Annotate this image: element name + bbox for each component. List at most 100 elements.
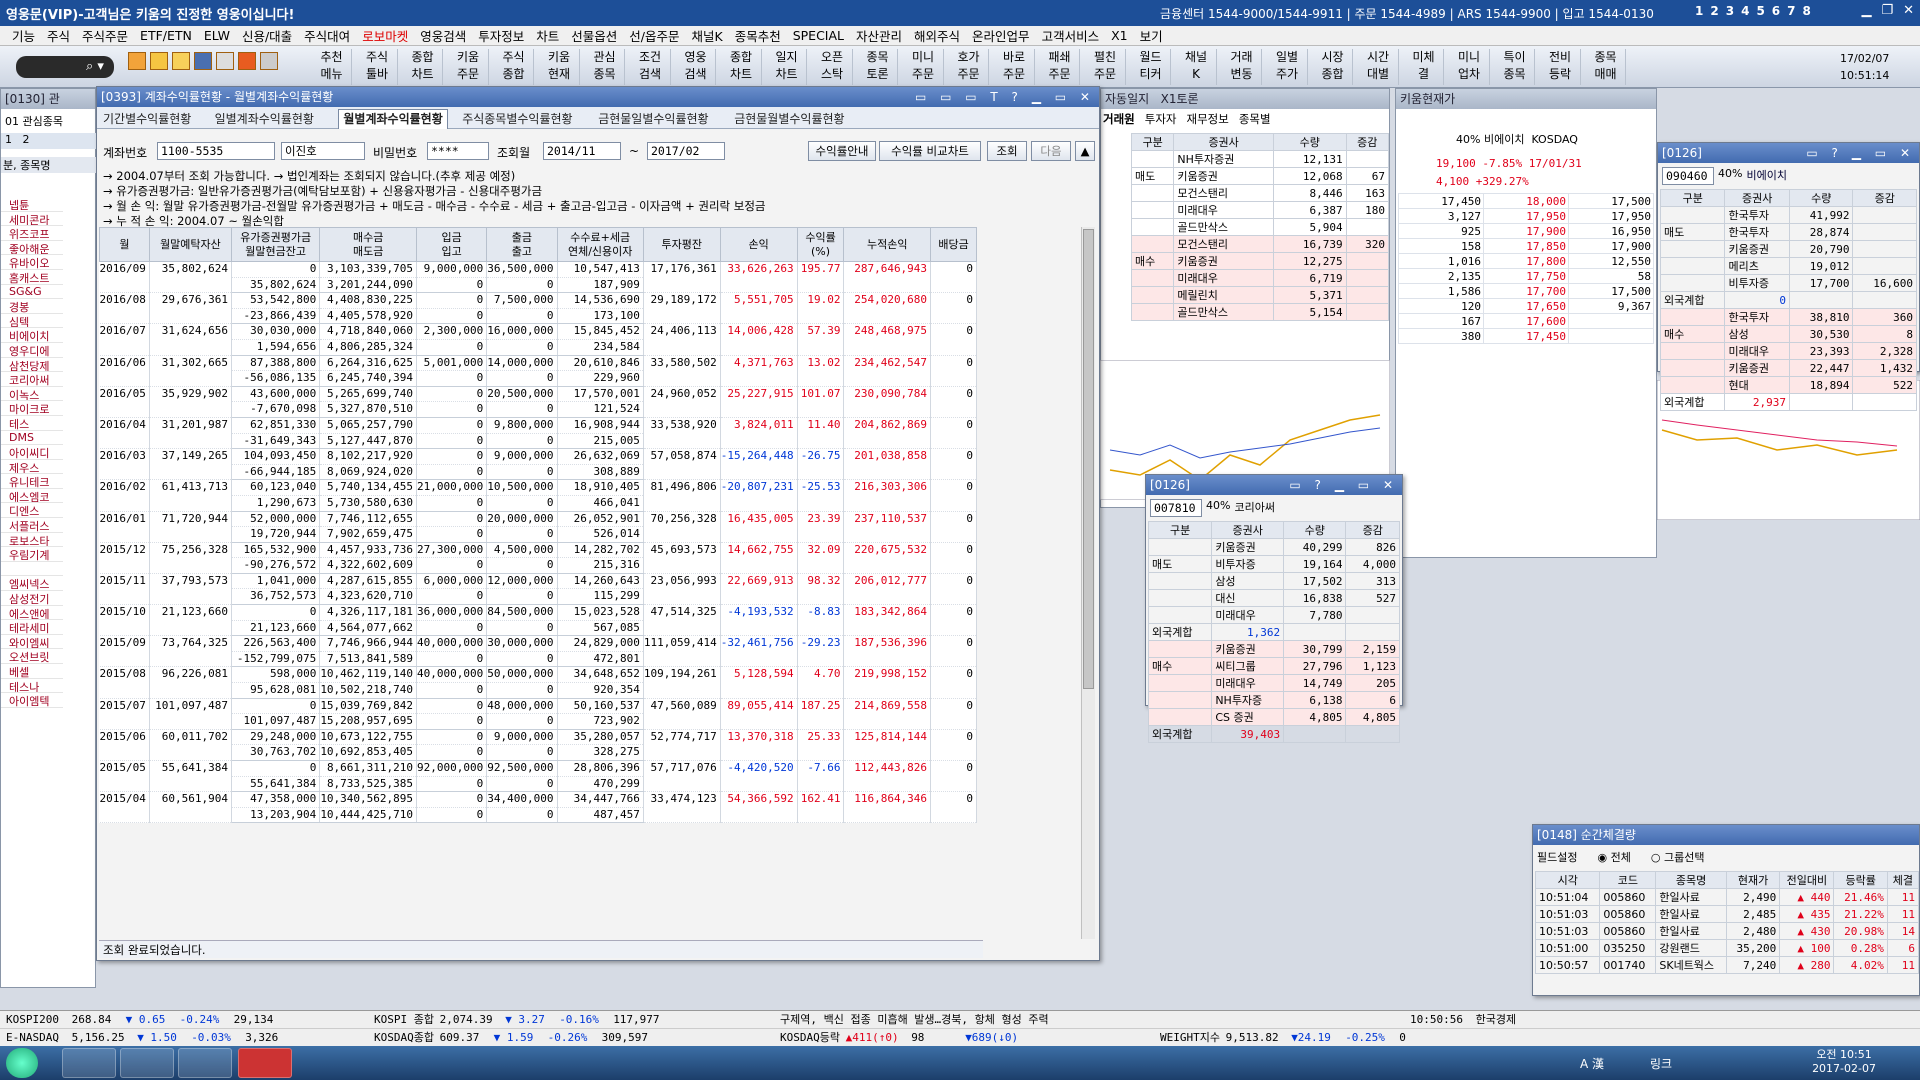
query-button[interactable]: 조회 — [987, 141, 1027, 161]
watchlist-item[interactable]: 삼성전기 — [1, 591, 63, 606]
broker-tab[interactable]: 투자자 — [1145, 111, 1177, 127]
menu-item[interactable]: 주식대여 — [304, 26, 350, 45]
minimize-icon[interactable]: ▁ — [1861, 3, 1871, 18]
menu-item[interactable]: 투자정보 — [478, 26, 524, 45]
ie-taskbar-icon[interactable] — [178, 1048, 232, 1078]
toolbar-button[interactable]: 미체 결 — [1404, 49, 1444, 85]
toolbar-button[interactable]: 영웅 검색 — [676, 49, 716, 85]
watchlist-item[interactable]: 유바이오 — [1, 255, 63, 270]
next-button[interactable]: 다음 — [1031, 141, 1071, 161]
menu-item[interactable]: X1 — [1111, 28, 1128, 43]
table-row[interactable]: 2016/05 35,929,902 43,600,000 5,265,699,740… — [99, 386, 977, 418]
screen-number-tabs[interactable]: 12345678 — [1695, 4, 1811, 18]
toolbar-button[interactable]: 펼친 주문 — [1086, 49, 1126, 85]
watchlist-tabs[interactable]: 1 2 — [1, 133, 97, 149]
watchlist-item[interactable]: 비에이치 — [1, 328, 63, 343]
watchlist-item[interactable]: 아이엠텍 — [1, 693, 63, 708]
menu-item[interactable]: 신용/대출 — [242, 26, 292, 45]
watchlist-item[interactable]: 이녹스 — [1, 387, 63, 402]
watchlist-item[interactable]: 에스앤에 — [1, 606, 63, 621]
toolbar-button[interactable]: 특이 종목 — [1495, 49, 1535, 85]
table-row[interactable]: 2015/04 60,561,904 47,358,000 10,340,562,89… — [99, 791, 977, 824]
table-row[interactable]: 2016/06 31,302,665 87,388,800 6,264,316,625… — [99, 355, 977, 387]
watchlist-item[interactable]: 경봉 — [1, 299, 63, 314]
menu-item[interactable]: 로보마켓 — [362, 26, 408, 45]
watchlist-item[interactable]: 베셀 — [1, 664, 63, 679]
table-row[interactable]: 2016/07 31,624,656 30,030,000 4,718,840,060… — [99, 323, 977, 356]
toolbar-button[interactable]: 조건 검색 — [631, 49, 671, 85]
window-controls[interactable]: ▁ ❐ ✕ — [1861, 3, 1914, 18]
toolbar-button[interactable]: 종목 토론 — [858, 49, 898, 85]
start-button[interactable] — [6, 1048, 38, 1078]
watchlist-item[interactable] — [1, 562, 63, 577]
watchlist-item[interactable]: 테스 — [1, 416, 63, 431]
return-tabs[interactable]: 기간별수익률현황 일별계좌수익률현황 월별계좌수익률현황 주식종목별수익률현황 금현물일… — [97, 107, 1099, 129]
toolbar-button[interactable]: 거래 변동 — [1222, 49, 1262, 85]
watchlist-item[interactable]: 오션브릿 — [1, 649, 63, 664]
watchlist-item[interactable]: 코리아써 — [1, 372, 63, 387]
toolbar-button[interactable]: 키움 현재 — [540, 49, 580, 85]
watchlist-item[interactable]: 로보스타 — [1, 533, 63, 548]
watchlist-item[interactable]: 세미콘라 — [1, 212, 63, 227]
stock-code-input[interactable]: 090460 — [1662, 167, 1714, 185]
toolbar-button[interactable]: 종합 차트 — [403, 49, 443, 85]
broker-window-kc-form[interactable]: 007810 40% 코리아써 — [1150, 499, 1275, 517]
watchlist-item[interactable]: 와이엠씨 — [1, 635, 63, 650]
watchlist-item[interactable]: 넵튠 — [1, 197, 63, 212]
menu-item[interactable]: 선물옵션 — [571, 26, 617, 45]
tab-5[interactable]: 금현물월별수익률현황 — [734, 110, 844, 127]
watchlist-item[interactable]: 좋아해운 — [1, 241, 63, 256]
table-row[interactable]: 2015/12 75,256,328 165,532,900 4,457,933,73… — [99, 542, 977, 574]
toolbar-button[interactable]: 관심 종목 — [585, 49, 625, 85]
account-number-input[interactable]: 1100-5535 — [157, 142, 275, 160]
broker-tab[interactable]: 종목별 — [1239, 111, 1271, 127]
watchlist-item[interactable]: 위즈코프 — [1, 226, 63, 241]
menu-item[interactable]: ETF/ETN — [140, 28, 192, 43]
menu-item[interactable]: 주식 — [47, 26, 70, 45]
tab-4[interactable]: 금현물일별수익률현황 — [598, 110, 708, 127]
table-row[interactable]: 2015/07 101,097,487 0 15,039,769,842 0 48,000… — [99, 698, 977, 730]
toolbar-button[interactable]: 채널 K — [1177, 49, 1217, 85]
period-from-input[interactable]: 2014/11 — [543, 142, 621, 160]
tool-icon[interactable] — [128, 52, 146, 70]
toolbar-button[interactable]: 전비 등락 — [1541, 49, 1581, 85]
watchlist-item[interactable]: 우림기계 — [1, 547, 63, 562]
table-row[interactable]: 2015/09 73,764,325 226,563,400 7,746,966,94… — [99, 635, 977, 668]
toolbar-button[interactable]: 오픈 스탁 — [813, 49, 853, 85]
return-guide-button[interactable]: 수익률안내 — [808, 141, 876, 161]
table-row[interactable]: 2015/06 60,011,702 29,248,000 10,673,122,75… — [99, 729, 977, 762]
dropdown-icon[interactable] — [216, 52, 234, 70]
screen-tab[interactable]: 5 — [1756, 4, 1764, 18]
watchlist-item[interactable]: 테라세미 — [1, 620, 63, 635]
hero-taskbar-icon[interactable] — [238, 1048, 292, 1078]
screen-tab[interactable]: 4 — [1741, 4, 1749, 18]
toolbar-button[interactable]: 바로 주문 — [995, 49, 1035, 85]
toolbar-button[interactable]: 호가 주문 — [949, 49, 989, 85]
monitor-icon[interactable] — [194, 52, 212, 70]
menu-item[interactable]: 온라인업무 — [972, 26, 1030, 45]
toolbar-button[interactable]: 키움 주문 — [449, 49, 489, 85]
toolbar-button[interactable]: 월드 티커 — [1131, 49, 1171, 85]
toolbar-button[interactable]: 미니 주문 — [904, 49, 944, 85]
gear-icon[interactable] — [260, 52, 278, 70]
watchlist-item[interactable]: 삼천당제 — [1, 358, 63, 373]
watchlist-item[interactable]: 영우디에 — [1, 343, 63, 358]
watchlist-item[interactable]: 아이씨디 — [1, 445, 63, 460]
menu-item[interactable]: 기능 — [12, 26, 35, 45]
lock-icon[interactable] — [172, 52, 190, 70]
menu-search-input[interactable]: ⌕ ▾ — [16, 56, 114, 78]
restore-icon[interactable]: ❐ — [1881, 3, 1893, 18]
toolbar-button[interactable]: 주식 종합 — [494, 49, 534, 85]
screen-tab[interactable]: 2 — [1710, 4, 1718, 18]
watchlist-item[interactable]: 홈캐스트 — [1, 270, 63, 285]
watchlist-item[interactable]: 유니테크 — [1, 474, 63, 489]
toolbar-button[interactable]: 시간 대별 — [1359, 49, 1399, 85]
table-row[interactable]: 2016/01 71,720,944 52,000,000 7,746,112,655… — [99, 511, 977, 543]
menu-item[interactable]: 보기 — [1140, 26, 1163, 45]
close-icon[interactable]: ✕ — [1903, 3, 1914, 18]
menu-item[interactable]: 차트 — [536, 26, 559, 45]
toolbar-button[interactable]: 패쇄 주문 — [1040, 49, 1080, 85]
screen-tab[interactable]: 8 — [1803, 4, 1811, 18]
compare-chart-button[interactable]: 수익률 비교차트 — [879, 141, 981, 161]
menu-item[interactable]: ELW — [204, 28, 230, 43]
